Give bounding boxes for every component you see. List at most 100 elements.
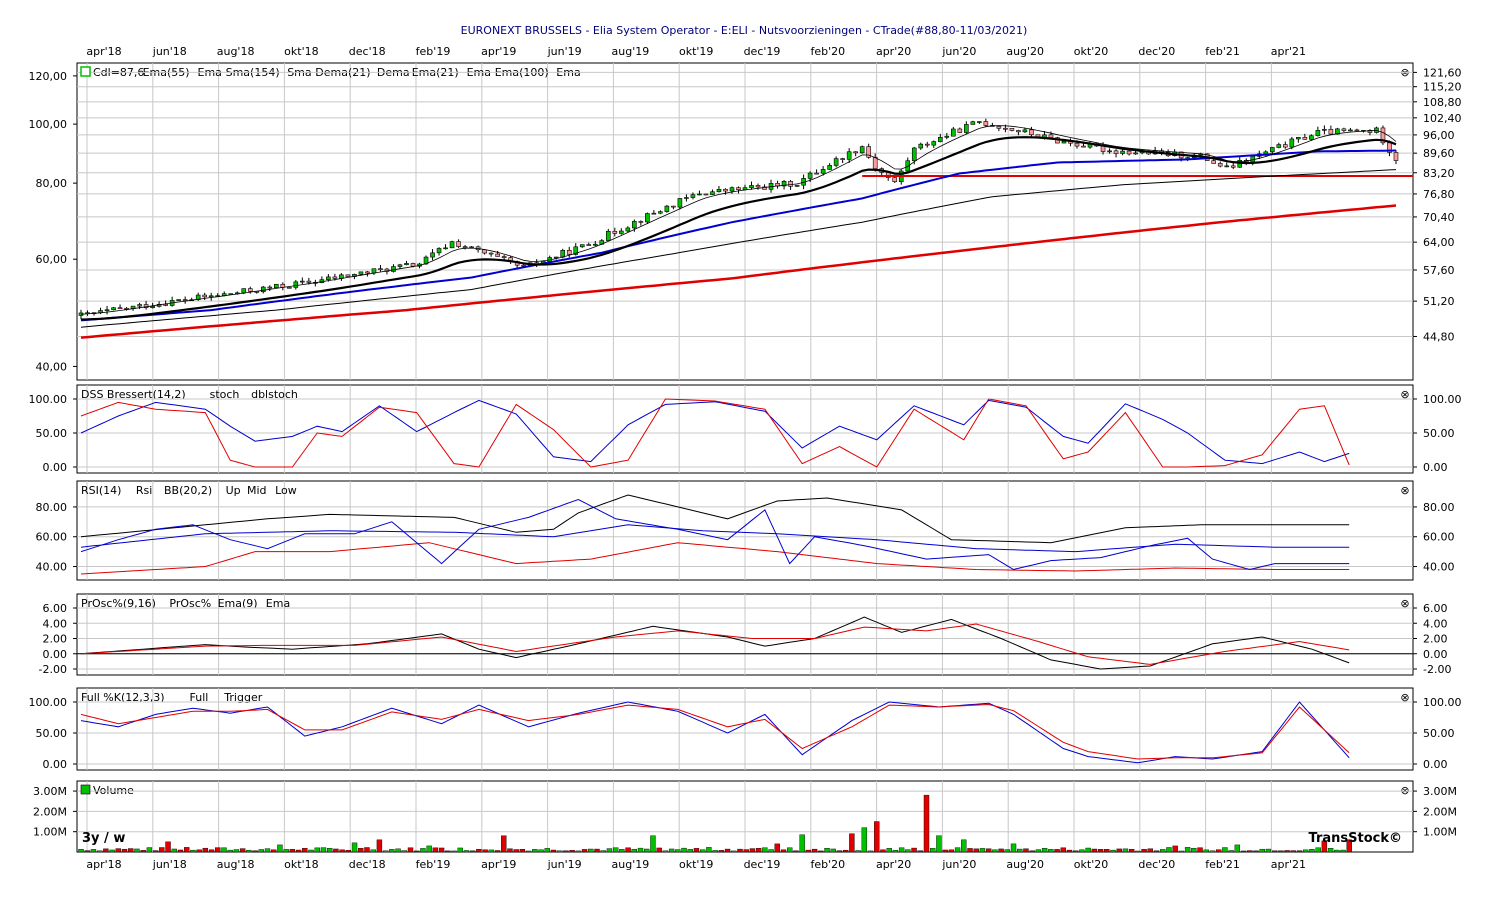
right-tick-label: 40.00: [1423, 561, 1455, 574]
candle-body: [404, 263, 409, 266]
top-month-label: okt'18: [284, 45, 318, 58]
right-tick-label: 64,00: [1423, 236, 1455, 249]
candle-body: [443, 247, 448, 250]
volume-bar: [1278, 850, 1284, 853]
legend-label: Low: [275, 484, 297, 497]
volume-bar: [1079, 849, 1085, 853]
top-month-label: okt'19: [679, 45, 713, 58]
volume-bar: [339, 849, 345, 853]
volume-bar: [488, 849, 495, 853]
volume-bar: [538, 849, 544, 853]
candle-body: [397, 264, 403, 267]
candle-body: [820, 169, 826, 174]
candle-body: [1009, 128, 1015, 131]
top-month-label: aug'18: [217, 45, 255, 58]
right-tick-label: 50.00: [1423, 427, 1455, 440]
candle-body: [111, 307, 116, 311]
volume-bar: [830, 848, 836, 853]
candle-body: [651, 212, 657, 215]
candle-body: [1283, 144, 1288, 148]
volume-bar: [774, 843, 780, 853]
right-tick-label: 115,20: [1423, 81, 1462, 94]
candle-body: [326, 276, 331, 280]
volume-bar: [1029, 850, 1035, 853]
volume-bar: [550, 849, 557, 853]
candle-body: [1328, 128, 1334, 135]
left-tick-label: 0.00: [43, 461, 68, 474]
volume-bar: [1010, 843, 1017, 853]
left-tick-label: 6.00: [43, 602, 68, 615]
volume-bar: [625, 847, 631, 853]
volume-bar: [513, 849, 519, 853]
volume-bar: [407, 847, 414, 853]
volume-bar: [724, 848, 731, 853]
candle-body: [1269, 147, 1275, 153]
candle-body: [658, 211, 663, 214]
right-tick-label: 57,60: [1423, 264, 1455, 277]
volume-bar: [687, 849, 693, 853]
volume-bar: [842, 849, 849, 853]
right-tick-label: 4.00: [1423, 617, 1448, 630]
candle-body: [1348, 129, 1353, 132]
left-tick-label: 40,00: [36, 360, 68, 373]
candle-body: [892, 177, 898, 182]
volume-bar: [588, 848, 594, 853]
candle-body: [462, 246, 468, 248]
candle-body: [501, 256, 507, 259]
volume-bar: [1035, 849, 1042, 853]
volume-bar: [1284, 850, 1290, 853]
top-month-label: feb'19: [416, 45, 451, 58]
candle-body: [579, 244, 585, 248]
candle-body: [736, 187, 741, 190]
bottom-month-label: dec'18: [349, 858, 386, 871]
volume-bar: [1296, 850, 1303, 853]
volume-bar: [277, 844, 283, 853]
bottom-month-label: aug'18: [217, 858, 255, 871]
volume-bar: [308, 849, 314, 853]
volume-bar: [706, 847, 712, 853]
volume-bar: [246, 849, 252, 853]
volume-bar: [525, 850, 532, 853]
volume-bar: [109, 849, 115, 853]
candle-body: [619, 230, 624, 234]
volume-bar: [221, 847, 227, 853]
right-tick-label: 51,20: [1423, 295, 1455, 308]
volume-bar: [264, 848, 271, 853]
candle-body: [697, 193, 702, 196]
top-month-label: jun'19: [547, 45, 582, 58]
volume-bar: [227, 849, 233, 853]
right-tick-label: 83,20: [1423, 167, 1455, 180]
candle-body: [605, 230, 611, 241]
volume-bar: [482, 849, 488, 853]
volume-bar: [824, 848, 830, 853]
volume-bar: [1290, 850, 1296, 853]
volume-bar: [1128, 848, 1135, 853]
volume-bar: [1303, 849, 1309, 853]
volume-bar: [861, 827, 868, 853]
volume-bar: [1048, 849, 1054, 853]
candle-body: [1217, 163, 1223, 167]
candle-body: [1224, 165, 1230, 168]
volume-bar: [718, 850, 725, 853]
candle-body: [671, 205, 676, 208]
volume-bar: [930, 848, 936, 853]
right-tick-label: 100.00: [1423, 393, 1462, 406]
candle-body: [755, 185, 761, 188]
volume-bar: [239, 848, 246, 853]
volume-bar: [128, 848, 134, 853]
candle-body: [1211, 160, 1217, 164]
volume-bar: [190, 849, 196, 853]
candle-body: [710, 191, 715, 195]
volume-bar: [165, 841, 171, 853]
volume-bar: [805, 849, 812, 853]
candle-body: [371, 268, 377, 274]
volume-bar: [954, 847, 961, 853]
volume-bar: [1215, 849, 1222, 853]
top-month-label: aug'19: [612, 45, 650, 58]
volume-bar: [656, 847, 662, 853]
volume-bar: [612, 847, 619, 853]
top-month-label: okt'20: [1074, 45, 1108, 58]
left-tick-label: 60,00: [36, 253, 68, 266]
volume-bar: [1340, 849, 1346, 853]
candle-body: [996, 126, 1002, 129]
